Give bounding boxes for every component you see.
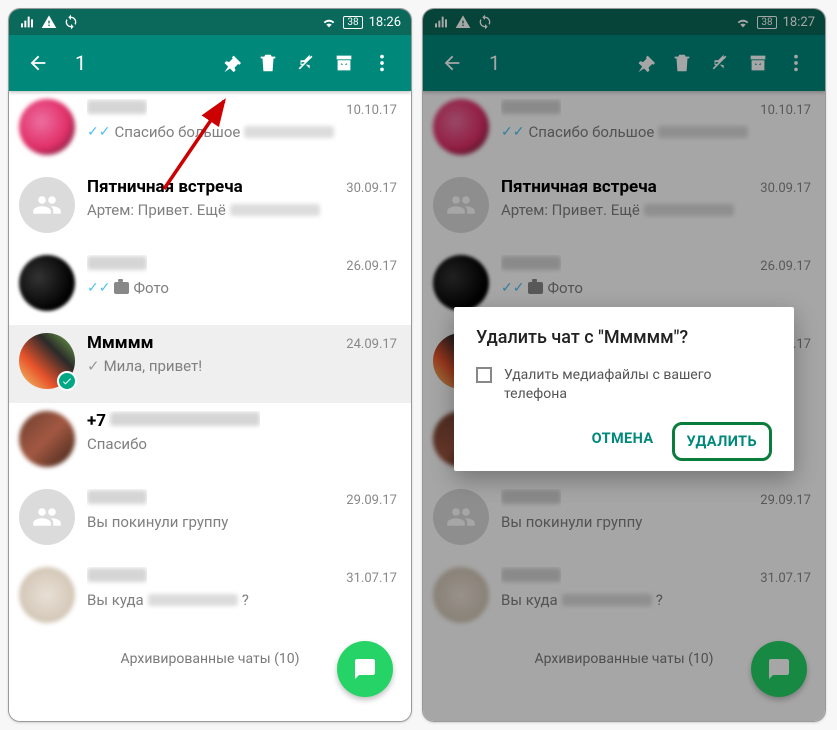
chat-name (87, 489, 147, 509)
delete-button[interactable] (249, 52, 287, 74)
phone-left: 38 18:26 1 10.10.17 ✓✓Спасибо большое Пятн… (8, 8, 412, 722)
chat-name: Ммммм (87, 333, 154, 353)
chat-date: 30.09.17 (346, 181, 397, 196)
group-avatar[interactable] (19, 489, 75, 545)
chat-row[interactable]: +7 Спасибо (9, 403, 411, 481)
chat-date: 10.10.17 (346, 103, 397, 118)
chat-date: 26.09.17 (346, 259, 397, 274)
chat-snippet: Вы куда? (87, 591, 397, 609)
mute-button[interactable] (287, 52, 325, 74)
group-avatar[interactable] (19, 177, 75, 233)
chat-name: Пятничная встреча (87, 177, 243, 197)
camera-icon (114, 282, 129, 294)
chat-snippet: Вы покинули группу (87, 513, 397, 531)
delete-chat-dialog: Удалить чат с "Ммммм"? Удалить медиафайл… (454, 307, 794, 471)
chat-date: 31.07.17 (346, 571, 397, 586)
delete-media-checkbox[interactable] (476, 367, 492, 383)
new-chat-fab[interactable] (337, 641, 393, 697)
phone-right: 38 18:27 1 10.10.17✓✓Спасибо большоеПятн… (422, 8, 826, 722)
selected-check-icon (57, 371, 77, 391)
battery-level: 38 (343, 16, 362, 29)
avatar[interactable] (19, 333, 75, 389)
chat-name (87, 255, 147, 275)
app-bar: 1 (9, 35, 411, 91)
chat-name: +7 (87, 411, 260, 431)
chat-snippet: ✓✓Спасибо большое (87, 123, 397, 141)
more-button[interactable] (363, 52, 401, 74)
chat-snippet: Артем: Привет. Ещё (87, 201, 397, 219)
dialog-title: Удалить чат с "Ммммм"? (476, 327, 772, 348)
selection-count: 1 (75, 51, 86, 75)
chat-snippet: Спасибо (87, 435, 397, 453)
chat-name (87, 567, 147, 587)
chat-row[interactable]: 31.07.17 Вы куда? (9, 559, 411, 637)
chat-date: 24.09.17 (346, 337, 397, 352)
back-button[interactable] (19, 52, 57, 74)
chat-row[interactable]: Пятничная встреча 30.09.17 Артем: Привет. … (9, 169, 411, 247)
cancel-button[interactable]: ОТМЕНА (580, 422, 666, 461)
warning-icon (41, 14, 57, 30)
signal-icon (19, 14, 35, 30)
chat-row[interactable]: 10.10.17 ✓✓Спасибо большое (9, 91, 411, 169)
chat-date: 29.09.17 (346, 493, 397, 508)
avatar[interactable] (19, 567, 75, 623)
status-bar: 38 18:26 (9, 9, 411, 35)
avatar[interactable] (19, 255, 75, 311)
wifi-icon (321, 14, 337, 30)
clock: 18:26 (369, 15, 401, 30)
chat-row[interactable]: 29.09.17 Вы покинули группу (9, 481, 411, 559)
chat-row[interactable]: 26.09.17 ✓✓Фото (9, 247, 411, 325)
chat-name (87, 99, 147, 119)
chat-row[interactable]: Ммммм 24.09.17 ✓Мила, привет! (9, 325, 411, 403)
confirm-delete-button[interactable]: УДАЛИТЬ (672, 422, 772, 461)
sync-icon (63, 14, 79, 30)
avatar[interactable] (19, 411, 75, 467)
chat-snippet: ✓✓Фото (87, 279, 397, 297)
chat-snippet: ✓Мила, привет! (87, 357, 397, 375)
delete-media-label: Удалить медиафайлы с вашего телефона (504, 366, 772, 404)
avatar[interactable] (19, 99, 75, 155)
pin-button[interactable] (211, 52, 249, 74)
archive-button[interactable] (325, 52, 363, 74)
chat-list[interactable]: 10.10.17 ✓✓Спасибо большое Пятничная встре… (9, 91, 411, 721)
